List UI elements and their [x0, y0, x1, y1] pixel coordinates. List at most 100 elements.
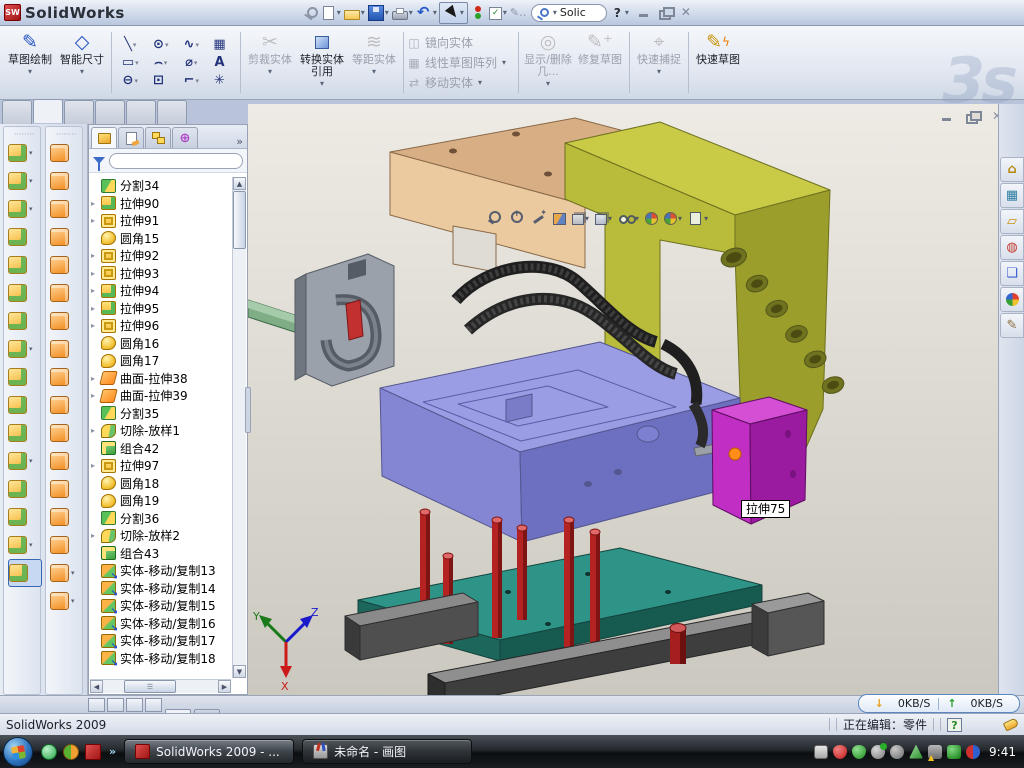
- help-button[interactable]: ?: [611, 6, 624, 20]
- expand-arrow-icon[interactable]: ▸: [91, 321, 101, 330]
- close-button[interactable]: [679, 6, 694, 19]
- rapid-sketch-button[interactable]: ✎ϟ 快速草图: [692, 28, 744, 97]
- toolbar-button[interactable]: ▾: [50, 503, 82, 531]
- quick-snaps-button[interactable]: ⌖ 快速捕捉 ▾: [633, 28, 685, 97]
- search-dropdown-icon[interactable]: ▾: [553, 8, 557, 17]
- toolbar-button[interactable]: ▾: [343, 2, 366, 24]
- dropdown-icon[interactable]: ▾: [585, 214, 589, 223]
- repair-sketch-button[interactable]: ✎⁺ 修复草图: [574, 28, 626, 97]
- toolbar-button[interactable]: ▾: [488, 2, 508, 24]
- toolbar-button[interactable]: ▾: [8, 447, 40, 475]
- tray-icon[interactable]: [871, 745, 885, 759]
- toolbar-button[interactable]: ▾: [50, 167, 82, 195]
- sketch-tool-button[interactable]: ▭ ▾: [115, 55, 146, 70]
- more-tabs-icon[interactable]: »: [236, 135, 243, 148]
- dropdown-icon[interactable]: ▾: [29, 541, 33, 549]
- offset-entities-button[interactable]: ≋ 等距实体 ▾: [348, 28, 400, 97]
- tree-item[interactable]: ▸ 组合42: [91, 440, 231, 458]
- tree-item[interactable]: ▸ 拉伸94: [91, 282, 231, 300]
- dropdown-icon[interactable]: ▾: [503, 8, 507, 17]
- sketch-button[interactable]: ✎ 草图绘制 ▾: [4, 28, 56, 97]
- toolbar-button[interactable]: ▾: [8, 531, 40, 559]
- task-pane-button[interactable]: [1000, 209, 1024, 234]
- menu-item[interactable]: [205, 10, 225, 16]
- restore-button[interactable]: [658, 6, 673, 19]
- dropdown-icon[interactable]: ▾: [195, 41, 199, 49]
- dropdown-icon[interactable]: ▾: [29, 457, 33, 465]
- dropdown-icon[interactable]: ▾: [433, 8, 437, 17]
- doc-restore-button[interactable]: [965, 110, 980, 123]
- view-toolbar-button[interactable]: ▾: [645, 211, 658, 225]
- taskbar-window-button[interactable]: SolidWorks 2009 - ...: [124, 739, 294, 764]
- toolbar-button[interactable]: ▾: [50, 223, 82, 251]
- filter-icon[interactable]: [93, 157, 105, 164]
- toolbar-button[interactable]: ▾: [50, 531, 82, 559]
- sketch-tool-button[interactable]: ╲ ▾: [115, 37, 146, 52]
- sketch-tool-button[interactable]: ✳ ▾: [207, 73, 238, 88]
- sketch-tool-button[interactable]: ⌢ ▾: [146, 55, 177, 70]
- tree-item[interactable]: ▸ 圆角19: [91, 492, 231, 510]
- task-pane-button[interactable]: [1000, 183, 1024, 208]
- toolbar-button[interactable]: ▾: [50, 447, 82, 475]
- tree-item[interactable]: ▸ 圆角16: [91, 335, 231, 353]
- sheet-nav-button[interactable]: [126, 698, 143, 712]
- toolbar-button[interactable]: ▾: [469, 2, 487, 24]
- tree-item[interactable]: ▸ 实体-移动/复制15: [91, 597, 231, 615]
- dropdown-icon[interactable]: ▾: [28, 67, 32, 76]
- view-toolbar-button[interactable]: ▾: [531, 210, 547, 226]
- dropdown-icon[interactable]: ▾: [195, 77, 199, 85]
- tab-configurationmanager[interactable]: [145, 127, 171, 148]
- toolbar-button[interactable]: ▾: [50, 363, 82, 391]
- toolbar-button[interactable]: ▾: [8, 363, 40, 391]
- tray-icon[interactable]: [890, 745, 904, 759]
- dropdown-icon[interactable]: ▾: [678, 214, 682, 223]
- command-tab[interactable]: [95, 100, 125, 124]
- dropdown-icon[interactable]: ▾: [409, 8, 413, 17]
- toolbar-button[interactable]: ▾: [8, 279, 40, 307]
- sketch-tool-button[interactable]: ▦ ▾: [207, 37, 238, 52]
- scroll-right-icon[interactable]: ▶: [218, 680, 231, 693]
- dropdown-icon[interactable]: ▾: [71, 569, 75, 577]
- dropdown-icon[interactable]: ▾: [29, 177, 33, 185]
- menu-item[interactable]: [139, 10, 159, 16]
- tab-propertymanager[interactable]: [118, 127, 144, 148]
- quick-launch-more-icon[interactable]: »: [109, 745, 116, 758]
- menu-item[interactable]: [183, 10, 203, 16]
- tab-featuremanager[interactable]: [91, 127, 117, 148]
- tree-item[interactable]: ▸ 分割34: [91, 177, 231, 195]
- view-toolbar-button[interactable]: ▾: [688, 211, 708, 226]
- task-pane-button[interactable]: [1000, 261, 1024, 286]
- scroll-thumb[interactable]: [233, 191, 246, 249]
- command-tab[interactable]: [64, 100, 94, 124]
- command-tab[interactable]: [2, 100, 32, 124]
- toolbar-button[interactable]: ▾: [50, 587, 82, 615]
- view-toolbar-button[interactable]: ▾: [618, 210, 639, 226]
- tree-item[interactable]: ▸ 组合43: [91, 545, 231, 563]
- toolbar-button[interactable]: ▾: [8, 251, 40, 279]
- toolbar-button[interactable]: ▾: [8, 419, 40, 447]
- sheet-nav-button[interactable]: [107, 698, 124, 712]
- scroll-down-icon[interactable]: ▼: [233, 665, 246, 678]
- dropdown-icon[interactable]: ▾: [80, 67, 84, 76]
- expand-arrow-icon[interactable]: ▸: [91, 461, 101, 470]
- toolbar-button[interactable]: ▾: [8, 195, 40, 223]
- move-entities-button[interactable]: ⇄ 移动实体 ▾: [407, 74, 515, 91]
- scroll-left-icon[interactable]: ◀: [90, 680, 103, 693]
- tray-icon[interactable]: [814, 745, 828, 759]
- toolbar-button[interactable]: ▾: [8, 167, 40, 195]
- tree-item[interactable]: ▸ 实体-移动/复制17: [91, 632, 231, 650]
- tree-item[interactable]: ▸ 拉伸95: [91, 300, 231, 318]
- panel-splitter[interactable]: [245, 387, 251, 433]
- sketch-tool-button[interactable]: ∿ ▾: [176, 37, 207, 52]
- tree-item[interactable]: ▸ 曲面-拉伸38: [91, 370, 231, 388]
- toolbar-button[interactable]: ▾: [50, 307, 82, 335]
- smart-dimension-button[interactable]: ◇ 智能尺寸 ▾: [56, 28, 108, 97]
- tray-icon[interactable]: [947, 745, 961, 759]
- tree-item[interactable]: ▸ 圆角17: [91, 352, 231, 370]
- tree-item[interactable]: ▸ 曲面-拉伸39: [91, 387, 231, 405]
- task-pane-button[interactable]: [1000, 235, 1024, 260]
- sketch-tool-button[interactable]: ⊡ ▾: [146, 73, 177, 88]
- command-tab[interactable]: [157, 100, 187, 124]
- toolbar-button[interactable]: ▾: [50, 475, 82, 503]
- tray-icon[interactable]: [928, 745, 942, 759]
